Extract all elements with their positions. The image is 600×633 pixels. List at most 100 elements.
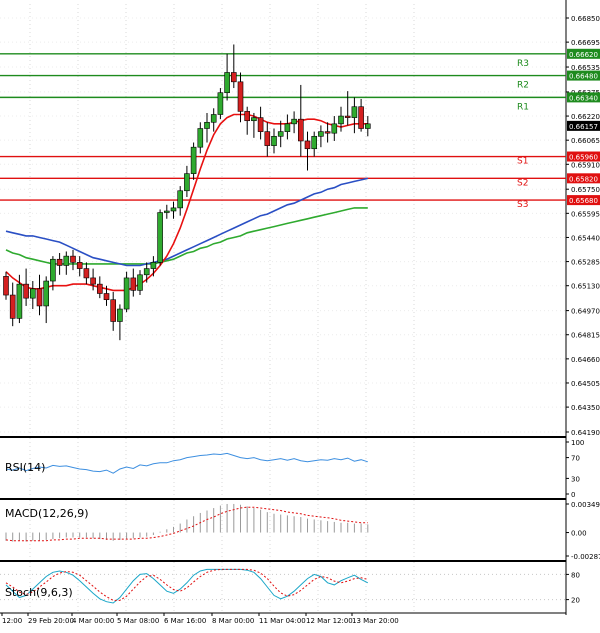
candle-body bbox=[291, 118, 297, 125]
candle-body bbox=[224, 72, 230, 94]
time-tick-label: 13 Mar 20:00 bbox=[352, 617, 399, 625]
level-name-s2: S2 bbox=[517, 178, 528, 188]
macd-tick-label: -0.00287 bbox=[571, 553, 600, 561]
panel-separator bbox=[0, 560, 566, 562]
stoch-tick-label: 20 bbox=[571, 597, 580, 605]
level-price-label: 0.66340 bbox=[569, 94, 598, 102]
current-price-label: 0.66157 bbox=[569, 123, 598, 131]
price-tick-label: 0.64190 bbox=[571, 429, 600, 437]
candle-body bbox=[3, 276, 9, 296]
panel-separator bbox=[0, 436, 566, 438]
candle-body bbox=[130, 277, 137, 291]
level-name-r1: R1 bbox=[517, 102, 529, 112]
candle-body bbox=[297, 118, 304, 142]
price-tick-label: 0.66850 bbox=[571, 15, 600, 23]
candle-body bbox=[164, 210, 170, 213]
candle-body bbox=[304, 140, 311, 150]
stoch-tick-label: 80 bbox=[571, 571, 580, 579]
panel-separator bbox=[0, 498, 566, 500]
time-tick-label: 5 Mar 08:00 bbox=[117, 617, 159, 625]
candle-body bbox=[29, 288, 36, 299]
candle-body bbox=[324, 131, 331, 134]
time-tick-label: 4 Mar 00:00 bbox=[72, 617, 114, 625]
rsi-tick-label: 70 bbox=[571, 455, 580, 463]
level-name-s3: S3 bbox=[517, 200, 528, 210]
candle-body bbox=[16, 283, 23, 319]
price-tick-label: 0.66220 bbox=[571, 113, 600, 121]
rsi-label: RSI(14) bbox=[5, 461, 45, 474]
level-price-label: 0.66620 bbox=[569, 51, 598, 59]
macd-tick-label: 0.003495 bbox=[571, 501, 600, 509]
candle-body bbox=[137, 274, 143, 291]
price-tick-label: 0.64350 bbox=[571, 404, 600, 412]
price-tick-label: 0.65910 bbox=[571, 161, 600, 169]
candle-body bbox=[184, 173, 190, 192]
time-tick-label: 12 Mar 12:00 bbox=[306, 617, 353, 625]
candle-body bbox=[36, 288, 43, 307]
candle-body bbox=[251, 117, 257, 122]
price-tick-label: 0.66065 bbox=[571, 137, 600, 145]
candle-body bbox=[50, 258, 56, 282]
candle-body bbox=[264, 131, 271, 146]
price-tick-label: 0.66695 bbox=[571, 39, 600, 47]
candle-body bbox=[157, 212, 163, 263]
candle-body bbox=[257, 117, 264, 132]
price-tick-label: 0.64970 bbox=[571, 308, 600, 316]
time-tick-label: 8 Mar 00:00 bbox=[212, 617, 254, 625]
candle-body bbox=[83, 268, 90, 279]
price-tick-label: 0.65595 bbox=[571, 210, 600, 218]
candle-body bbox=[56, 258, 63, 266]
candle bbox=[123, 271, 130, 313]
level-price-label: 0.65820 bbox=[569, 175, 598, 183]
price-tick-label: 0.64660 bbox=[571, 356, 600, 364]
candle-body bbox=[338, 115, 344, 125]
candle-body bbox=[284, 123, 291, 132]
price-tick-label: 0.65285 bbox=[571, 259, 600, 267]
rsi-tick-label: 0 bbox=[571, 491, 575, 499]
candle-body bbox=[331, 123, 338, 134]
candle-body bbox=[43, 280, 50, 307]
chart-svg: 0.668500.666950.665350.663750.662200.660… bbox=[0, 0, 600, 629]
candle-body bbox=[210, 114, 217, 123]
candle-body bbox=[271, 135, 277, 146]
candle-body bbox=[97, 283, 103, 294]
candle-body bbox=[364, 123, 371, 129]
level-price-label: 0.65960 bbox=[569, 154, 598, 162]
time-tick-label: 29 Feb 20:00 bbox=[28, 617, 74, 625]
candle-body bbox=[344, 115, 351, 118]
candle-body bbox=[63, 255, 70, 266]
candle-body bbox=[244, 111, 250, 122]
candle-body bbox=[143, 268, 150, 276]
candle-body bbox=[190, 146, 197, 174]
rsi-tick-label: 30 bbox=[571, 475, 580, 483]
chart-background bbox=[0, 0, 600, 629]
price-tick-label: 0.65440 bbox=[571, 234, 600, 242]
candle-body bbox=[76, 262, 83, 269]
level-name-r2: R2 bbox=[517, 81, 529, 91]
level-name-r3: R3 bbox=[517, 59, 529, 69]
forex-chart: 0.668500.666950.665350.663750.662200.660… bbox=[0, 0, 600, 629]
candle-body bbox=[311, 135, 318, 150]
candle-body bbox=[123, 277, 130, 310]
time-tick-label: 6 Mar 16:00 bbox=[164, 617, 206, 625]
time-tick-label: 12:00 bbox=[2, 617, 22, 625]
level-price-label: 0.65680 bbox=[569, 197, 598, 205]
candle-body bbox=[9, 294, 16, 319]
level-price-label: 0.66480 bbox=[569, 73, 598, 81]
candle-body bbox=[237, 81, 244, 112]
candle-body bbox=[110, 299, 116, 322]
candle bbox=[157, 209, 163, 266]
rsi-tick-label: 100 bbox=[571, 439, 584, 447]
candle-body bbox=[204, 121, 210, 129]
candle-body bbox=[277, 131, 284, 137]
candle-body bbox=[150, 262, 157, 269]
candle-body bbox=[177, 190, 183, 209]
price-tick-label: 0.65750 bbox=[571, 186, 600, 194]
price-tick-label: 0.64815 bbox=[571, 332, 600, 340]
price-tick-label: 0.65130 bbox=[571, 283, 600, 291]
stoch-label: Stoch(9,6,3) bbox=[5, 586, 73, 599]
candle-body bbox=[351, 106, 358, 118]
candle-body bbox=[117, 308, 123, 322]
candle-body bbox=[90, 277, 96, 285]
candle-body bbox=[23, 283, 29, 299]
